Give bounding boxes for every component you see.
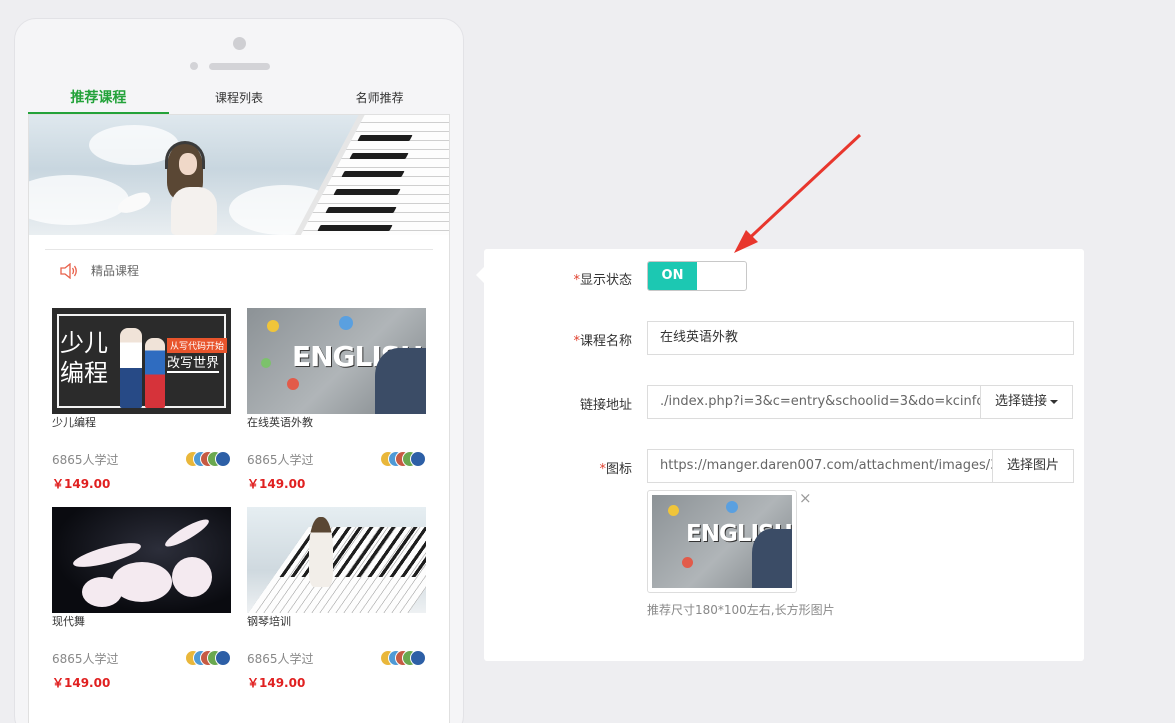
annotation-arrow-icon [734, 133, 862, 253]
course-thumbnail: 少儿 编程 从写代码开始 改写世界 [52, 308, 231, 414]
icon-url-input[interactable]: https://manger.daren007.com/attachment/i… [647, 449, 993, 483]
phone-camera [233, 37, 246, 50]
icon-label: *图标 [599, 462, 632, 477]
phone-sensor [190, 62, 198, 70]
tab-recommended[interactable]: 推荐课程 [28, 85, 169, 115]
learner-avatars [185, 650, 231, 666]
learner-avatars [380, 650, 426, 666]
headphones-image [165, 141, 205, 169]
section-title: 精品课程 [91, 264, 140, 278]
icon-size-hint: 推荐尺寸180*100左右,长方形图片 [647, 603, 835, 617]
remove-image-icon[interactable]: × [799, 490, 812, 506]
course-name-label: *课程名称 [573, 334, 632, 349]
course-name: 少儿编程 [52, 416, 96, 429]
learner-avatars [380, 451, 426, 467]
row-course-name: *课程名称 在线英语外教 [484, 321, 1084, 355]
course-card[interactable]: ENGLISH 在线英语外教 6865人学过 ￥149.00 [247, 308, 427, 491]
display-status-toggle[interactable]: ON [647, 261, 747, 291]
row-link: 链接地址 ./index.php?i=3&c=entry&schoolid=3&… [484, 385, 1084, 419]
course-thumbnail [247, 507, 426, 613]
select-image-button[interactable]: 选择图片 [992, 449, 1074, 483]
tab-teachers[interactable]: 名师推荐 [309, 85, 450, 115]
row-icon: *图标 https://manger.daren007.com/attachme… [484, 449, 1084, 483]
phone-speaker [209, 63, 270, 70]
course-card[interactable]: 钢琴培训 6865人学过 ￥149.00 [247, 507, 427, 690]
link-input[interactable]: ./index.php?i=3&c=entry&schoolid=3&do=kc… [647, 385, 981, 419]
course-edit-panel: *显示状态 ON *课程名称 在线英语外教 链接地址 ./index.php?i… [476, 249, 1084, 661]
link-label: 链接地址 [579, 398, 632, 413]
caret-down-icon [1050, 399, 1058, 404]
panel-pointer [476, 267, 484, 283]
banner-image [29, 115, 449, 235]
course-name: 钢琴培训 [247, 615, 291, 628]
display-status-label: *显示状态 [573, 273, 632, 288]
course-price: ￥149.00 [52, 676, 111, 690]
section-header: 精品课程 [59, 262, 139, 279]
course-learner-count: 6865人学过 [247, 453, 314, 467]
phone-preview: 推荐课程 课程列表 名师推荐 精品课程 少儿 编程 从写代码开始 改写世界 少儿… [14, 18, 464, 723]
section-divider [45, 249, 433, 250]
course-price: ￥149.00 [247, 477, 306, 491]
learner-avatars [185, 451, 231, 467]
icon-preview-image: ENGLISH [652, 495, 792, 588]
icon-preview: ENGLISH [647, 490, 797, 593]
course-learner-count: 6865人学过 [52, 652, 119, 666]
course-tabs: 推荐课程 课程列表 名师推荐 [28, 85, 450, 115]
tab-course-list[interactable]: 课程列表 [169, 85, 310, 115]
course-thumbnail: ENGLISH [247, 308, 426, 414]
speaker-icon [60, 262, 77, 279]
course-name: 现代舞 [52, 615, 85, 628]
course-name-input[interactable]: 在线英语外教 [647, 321, 1074, 355]
phone-screen: 精品课程 少儿 编程 从写代码开始 改写世界 少儿编程 6865人学过 ￥149… [28, 114, 450, 723]
course-price: ￥149.00 [247, 676, 306, 690]
course-price: ￥149.00 [52, 477, 111, 491]
course-thumbnail [52, 507, 231, 613]
course-card[interactable]: 现代舞 6865人学过 ￥149.00 [52, 507, 232, 690]
select-link-button[interactable]: 选择链接 [980, 385, 1073, 419]
course-learner-count: 6865人学过 [52, 453, 119, 467]
course-name: 在线英语外教 [247, 416, 313, 429]
course-card[interactable]: 少儿 编程 从写代码开始 改写世界 少儿编程 6865人学过 ￥149.00 [52, 308, 232, 491]
course-learner-count: 6865人学过 [247, 652, 314, 666]
toggle-on-label: ON [648, 262, 697, 290]
